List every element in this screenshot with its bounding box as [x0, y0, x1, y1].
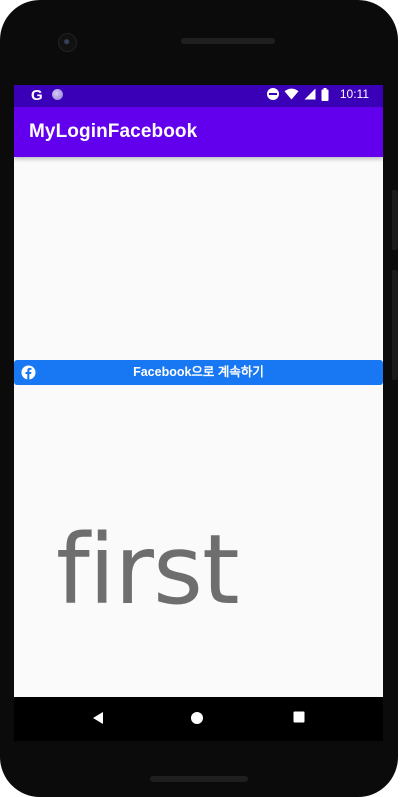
app-bar: MyLoginFacebook — [14, 107, 383, 157]
bottom-speaker — [150, 776, 248, 782]
status-icons: 10:11 — [266, 87, 369, 101]
app-screen: G 10:11 MyLoginFacebook Facebook으로 계속하기 … — [14, 85, 383, 697]
earpiece-speaker — [181, 38, 275, 44]
power-button — [392, 270, 398, 380]
status-bar: G 10:11 — [14, 85, 383, 107]
front-camera — [58, 33, 77, 52]
recents-icon[interactable] — [293, 711, 305, 723]
google-g-icon: G — [31, 87, 43, 104]
wifi-icon — [284, 88, 299, 100]
navigation-bar — [14, 697, 383, 741]
volume-button — [392, 190, 398, 250]
battery-icon — [321, 87, 329, 101]
home-icon[interactable] — [190, 711, 204, 725]
status-time: 10:11 — [339, 87, 369, 101]
facebook-login-button[interactable]: Facebook으로 계속하기 — [14, 360, 383, 385]
notification-dot-icon — [52, 89, 63, 100]
app-title: MyLoginFacebook — [29, 121, 198, 142]
facebook-login-label: Facebook으로 계속하기 — [133, 365, 264, 379]
back-icon[interactable] — [92, 711, 104, 725]
main-text: first — [56, 514, 240, 626]
device-frame: G 10:11 MyLoginFacebook Facebook으로 계속하기 … — [0, 0, 398, 797]
do-not-disturb-icon — [266, 88, 279, 100]
cell-signal-icon — [304, 88, 316, 100]
